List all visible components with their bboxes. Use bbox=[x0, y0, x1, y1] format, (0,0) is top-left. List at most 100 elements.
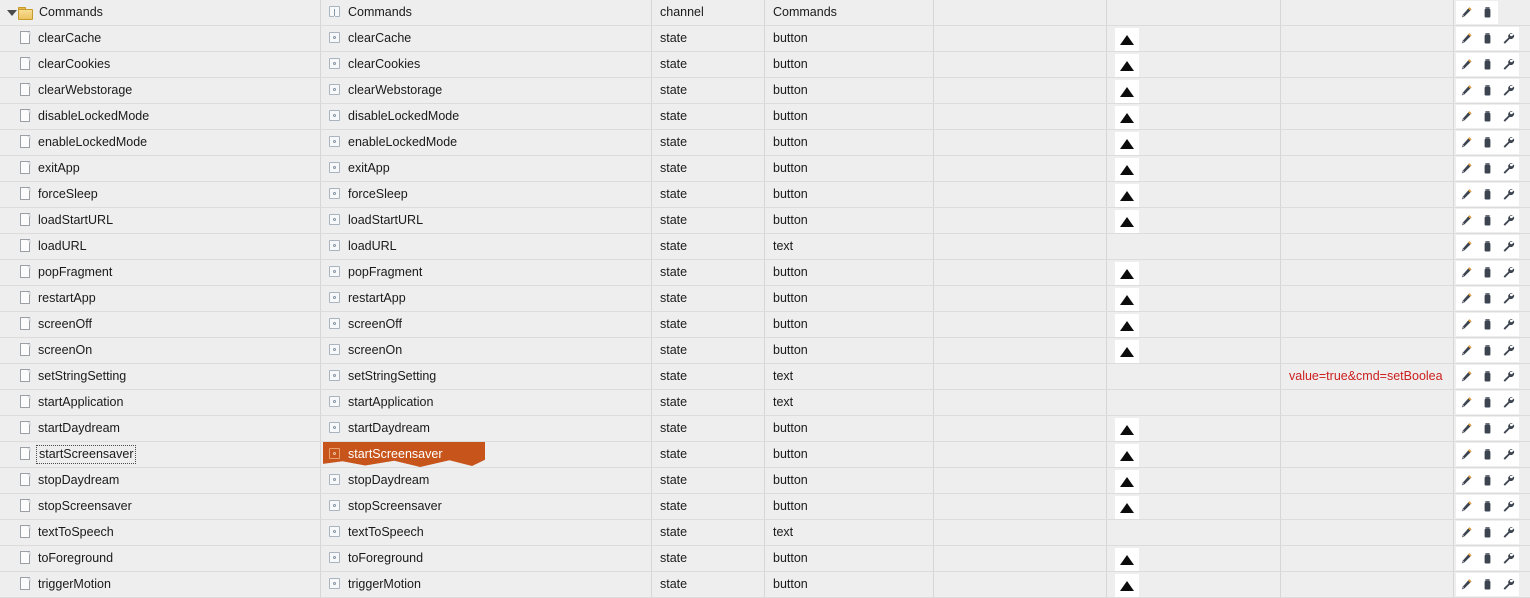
configure-icon-button[interactable] bbox=[1498, 157, 1519, 180]
edit-icon-button[interactable] bbox=[1456, 417, 1477, 440]
table-row[interactable]: loadURLloadURLstatetext bbox=[0, 234, 1530, 260]
configure-icon-button[interactable] bbox=[1498, 365, 1519, 388]
row-name-cell[interactable]: textToSpeech bbox=[0, 520, 321, 546]
row-name-cell[interactable]: screenOn bbox=[0, 338, 321, 364]
row-name-cell[interactable]: restartApp bbox=[0, 286, 321, 312]
delete-icon-button[interactable] bbox=[1477, 573, 1498, 596]
row-item-cell[interactable]: clearWebstorage bbox=[321, 78, 652, 104]
edit-icon-button[interactable] bbox=[1456, 521, 1477, 544]
row-item-cell[interactable]: startApplication bbox=[321, 390, 652, 416]
row-item-cell[interactable]: restartApp bbox=[321, 286, 652, 312]
edit-icon-button[interactable] bbox=[1456, 339, 1477, 362]
table-row[interactable]: screenOffscreenOffstatebutton bbox=[0, 312, 1530, 338]
edit-icon-button[interactable] bbox=[1456, 469, 1477, 492]
row-name-cell[interactable]: startDaydream bbox=[0, 416, 321, 442]
table-row-group[interactable]: CommandsCommandschannelCommands bbox=[0, 0, 1530, 26]
edit-icon-button[interactable] bbox=[1456, 105, 1477, 128]
edit-icon-button[interactable] bbox=[1456, 443, 1477, 466]
edit-icon-button[interactable] bbox=[1456, 261, 1477, 284]
row-item-cell[interactable]: exitApp bbox=[321, 156, 652, 182]
configure-icon-button[interactable] bbox=[1498, 209, 1519, 232]
edit-icon-button[interactable] bbox=[1456, 183, 1477, 206]
table-row[interactable]: forceSleepforceSleepstatebutton bbox=[0, 182, 1530, 208]
edit-icon-button[interactable] bbox=[1456, 79, 1477, 102]
table-row[interactable]: enableLockedModeenableLockedModestatebut… bbox=[0, 130, 1530, 156]
table-row[interactable]: loadStartURLloadStartURLstatebutton bbox=[0, 208, 1530, 234]
edit-icon-button[interactable] bbox=[1456, 131, 1477, 154]
row-name-cell[interactable]: disableLockedMode bbox=[0, 104, 321, 130]
row-name-cell[interactable]: loadURL bbox=[0, 234, 321, 260]
group-name-cell[interactable]: Commands bbox=[0, 0, 321, 26]
delete-icon-button[interactable] bbox=[1477, 261, 1498, 284]
edit-icon-button[interactable] bbox=[1456, 235, 1477, 258]
delete-icon-button[interactable] bbox=[1477, 469, 1498, 492]
edit-icon-button[interactable] bbox=[1456, 391, 1477, 414]
row-name-cell[interactable]: clearCookies bbox=[0, 52, 321, 78]
delete-icon-button[interactable] bbox=[1477, 209, 1498, 232]
table-row[interactable]: toForegroundtoForegroundstatebutton bbox=[0, 546, 1530, 572]
table-row[interactable]: stopScreensaverstopScreensaverstatebutto… bbox=[0, 494, 1530, 520]
configure-icon-button[interactable] bbox=[1498, 495, 1519, 518]
configure-icon-button[interactable] bbox=[1498, 183, 1519, 206]
delete-icon-button[interactable] bbox=[1477, 105, 1498, 128]
edit-icon-button[interactable] bbox=[1456, 157, 1477, 180]
delete-icon-button[interactable] bbox=[1477, 391, 1498, 414]
delete-icon-button[interactable] bbox=[1477, 53, 1498, 76]
configure-icon-button[interactable] bbox=[1498, 391, 1519, 414]
edit-icon-button[interactable] bbox=[1456, 573, 1477, 596]
row-item-cell[interactable]: loadURL bbox=[321, 234, 652, 260]
table-row[interactable]: startScreensaverstartScreensaverstatebut… bbox=[0, 442, 1530, 468]
table-row[interactable]: setStringSettingsetStringSettingstatetex… bbox=[0, 364, 1530, 390]
delete-icon-button[interactable] bbox=[1477, 417, 1498, 440]
row-item-cell[interactable]: textToSpeech bbox=[321, 520, 652, 546]
row-name-cell[interactable]: loadStartURL bbox=[0, 208, 321, 234]
table-row[interactable]: triggerMotiontriggerMotionstatebutton bbox=[0, 572, 1530, 598]
edit-icon-button[interactable] bbox=[1456, 53, 1477, 76]
table-row[interactable]: clearCookiesclearCookiesstatebutton bbox=[0, 52, 1530, 78]
row-name-cell[interactable]: startApplication bbox=[0, 390, 321, 416]
configure-icon-button[interactable] bbox=[1498, 79, 1519, 102]
delete-icon-button[interactable] bbox=[1477, 339, 1498, 362]
table-row[interactable]: startApplicationstartApplicationstatetex… bbox=[0, 390, 1530, 416]
configure-icon-button[interactable] bbox=[1498, 339, 1519, 362]
configure-icon-button[interactable] bbox=[1498, 287, 1519, 310]
group-item-cell[interactable]: Commands bbox=[321, 0, 652, 26]
edit-icon-button[interactable] bbox=[1456, 313, 1477, 336]
commands-table[interactable]: CommandsCommandschannelCommandsclearCach… bbox=[0, 0, 1530, 598]
row-item-cell[interactable]: screenOff bbox=[321, 312, 652, 338]
table-row[interactable]: exitAppexitAppstatebutton bbox=[0, 156, 1530, 182]
table-row[interactable]: clearWebstorageclearWebstoragestatebutto… bbox=[0, 78, 1530, 104]
row-item-cell[interactable]: startDaydream bbox=[321, 416, 652, 442]
configure-icon-button[interactable] bbox=[1498, 573, 1519, 596]
delete-icon-button[interactable] bbox=[1477, 521, 1498, 544]
table-row[interactable]: stopDaydreamstopDaydreamstatebutton bbox=[0, 468, 1530, 494]
edit-icon-button[interactable] bbox=[1456, 1, 1477, 24]
configure-icon-button[interactable] bbox=[1498, 417, 1519, 440]
table-row[interactable]: popFragmentpopFragmentstatebutton bbox=[0, 260, 1530, 286]
delete-icon-button[interactable] bbox=[1477, 443, 1498, 466]
configure-icon-button[interactable] bbox=[1498, 105, 1519, 128]
configure-icon-button[interactable] bbox=[1498, 313, 1519, 336]
delete-icon-button[interactable] bbox=[1477, 313, 1498, 336]
configure-icon-button[interactable] bbox=[1498, 235, 1519, 258]
row-item-cell[interactable]: stopDaydream bbox=[321, 468, 652, 494]
delete-icon-button[interactable] bbox=[1477, 183, 1498, 206]
row-item-cell[interactable]: triggerMotion bbox=[321, 572, 652, 598]
row-name-cell[interactable]: startScreensaver bbox=[0, 442, 321, 468]
row-item-cell[interactable]: screenOn bbox=[321, 338, 652, 364]
row-item-cell[interactable]: popFragment bbox=[321, 260, 652, 286]
table-row[interactable]: startDaydreamstartDaydreamstatebutton bbox=[0, 416, 1530, 442]
row-name-cell[interactable]: setStringSetting bbox=[0, 364, 321, 390]
row-name-cell[interactable]: triggerMotion bbox=[0, 572, 321, 598]
delete-icon-button[interactable] bbox=[1477, 1, 1498, 24]
row-name-cell[interactable]: stopDaydream bbox=[0, 468, 321, 494]
row-name-cell[interactable]: popFragment bbox=[0, 260, 321, 286]
configure-icon-button[interactable] bbox=[1498, 53, 1519, 76]
edit-icon-button[interactable] bbox=[1456, 287, 1477, 310]
configure-icon-button[interactable] bbox=[1498, 469, 1519, 492]
row-name-cell[interactable]: exitApp bbox=[0, 156, 321, 182]
configure-icon-button[interactable] bbox=[1498, 547, 1519, 570]
edit-icon-button[interactable] bbox=[1456, 495, 1477, 518]
table-row[interactable]: screenOnscreenOnstatebutton bbox=[0, 338, 1530, 364]
collapse-triangle-icon[interactable] bbox=[4, 6, 18, 20]
